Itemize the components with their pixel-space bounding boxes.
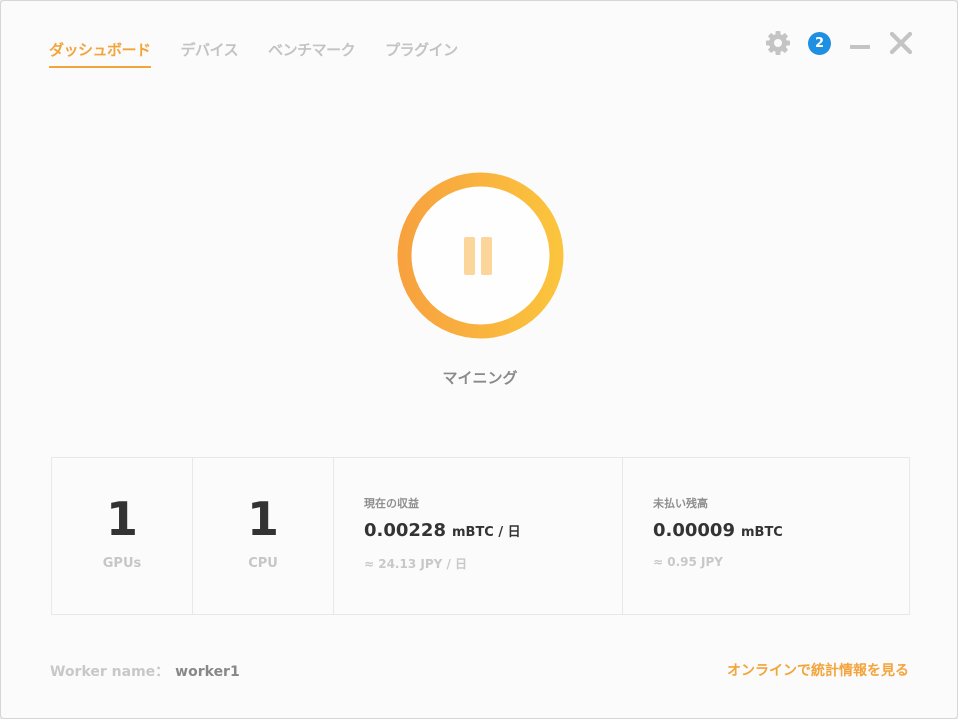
tab-dashboard[interactable]: ダッシュボード <box>49 39 151 68</box>
worker-info: Worker name： worker1 <box>50 661 240 681</box>
close-button[interactable] <box>889 31 913 55</box>
window-controls: 2 <box>764 29 913 57</box>
minimize-button[interactable] <box>849 32 871 54</box>
minimize-icon <box>850 45 870 49</box>
gpu-count-label: GPUs <box>102 556 142 571</box>
main-tabs: ダッシュボード デバイス ベンチマーク プラグイン <box>49 39 488 68</box>
tab-devices[interactable]: デバイス <box>181 39 239 68</box>
close-icon <box>889 31 913 55</box>
current-earnings-cell: 現在の収益 0.00228 mBTC / 日 ≈ 24.13 JPY / 日 <box>334 458 623 614</box>
cpu-count: 1 <box>246 492 279 546</box>
settings-button[interactable] <box>764 29 792 57</box>
current-earnings-fiat: ≈ 24.13 JPY / 日 <box>364 557 468 571</box>
unpaid-balance-value: 0.00009 <box>653 520 735 541</box>
mining-toggle-button[interactable] <box>397 172 564 339</box>
notification-badge[interactable]: 2 <box>808 31 831 55</box>
unpaid-balance-cell: 未払い残高 0.00009 mBTC ≈ 0.95 JPY <box>623 458 909 614</box>
cpu-count-cell: 1 CPU <box>193 458 334 614</box>
mining-status-label: マイニング <box>442 369 518 387</box>
tab-plugins[interactable]: プラグイン <box>385 39 458 68</box>
mining-ring <box>397 172 564 339</box>
current-earnings-value: 0.00228 <box>364 520 446 541</box>
tab-benchmark[interactable]: ベンチマーク <box>268 39 356 68</box>
current-earnings-value-line: 0.00228 mBTC / 日 <box>364 520 521 541</box>
gpu-count: 1 <box>105 492 138 546</box>
unpaid-balance-value-line: 0.00009 mBTC <box>653 520 783 541</box>
unpaid-balance-unit: mBTC <box>740 525 783 540</box>
cpu-count-label: CPU <box>248 556 278 571</box>
unpaid-balance-fiat: ≈ 0.95 JPY <box>653 555 723 569</box>
app-window: ダッシュボード デバイス ベンチマーク プラグイン 2 マイニング 1 GPUs… <box>0 0 958 719</box>
gear-icon <box>766 31 790 55</box>
unpaid-balance-title: 未払い残高 <box>653 497 708 510</box>
current-earnings-title: 現在の収益 <box>364 497 419 510</box>
worker-name-value: worker1 <box>175 664 240 680</box>
worker-name-label: Worker name： <box>50 664 170 680</box>
online-stats-link[interactable]: オンラインで統計情報を見る <box>727 660 909 680</box>
current-earnings-unit: mBTC / 日 <box>451 525 521 540</box>
gpu-count-cell: 1 GPUs <box>52 458 193 614</box>
stats-panel: 1 GPUs 1 CPU 現在の収益 0.00228 mBTC / 日 ≈ 24.… <box>51 457 910 615</box>
